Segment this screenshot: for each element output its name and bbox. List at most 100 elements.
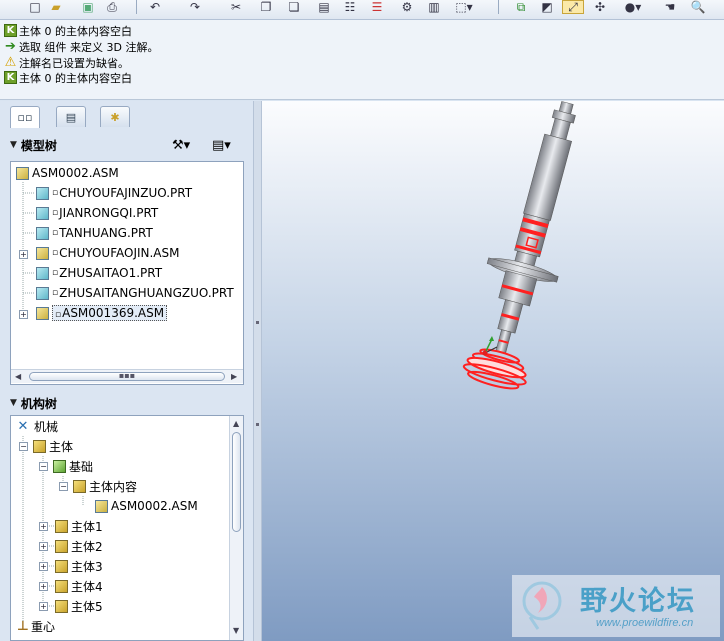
tree-node-label: ZHUSAITANGHUANGZUO.PRT (59, 286, 234, 300)
copy-icon[interactable]: ❐ (258, 0, 274, 14)
find-icon[interactable]: ☰ (368, 0, 386, 14)
tree-show-icon[interactable]: ▤▾ (212, 138, 231, 153)
graphics-viewport[interactable] (262, 101, 724, 641)
mechanism-icon: ✕ (17, 418, 29, 434)
message-line: K 主体 0 的主体内容空白 (4, 23, 132, 38)
tree-node[interactable]: 主体内容 (73, 477, 137, 495)
tree-node[interactable]: 主体4 (55, 577, 103, 595)
sketch-view-icon[interactable]: ◩ (538, 0, 556, 14)
collapse-icon[interactable]: − (59, 482, 68, 491)
main-toolbar: □ ▰ ▣ ⎙ ↶ ↷ ✂ ❐ ❏ ▤ ☷ ☰ ⚙ ▥ ⬚▾ ⧉ ◩ ⤢ ✣ ●… (0, 0, 724, 20)
expand-icon[interactable]: + (19, 310, 28, 319)
tree-node-label: 主体3 (71, 559, 103, 574)
tree-node[interactable]: 主体3 (55, 557, 103, 575)
tree-node[interactable]: ▫ JIANRONGQI.PRT (36, 204, 158, 222)
nav-icon: K (4, 24, 17, 37)
window-icon[interactable]: ▥ (426, 0, 442, 14)
cut-icon[interactable]: ✂ (228, 0, 244, 14)
assembly-icon (36, 306, 49, 320)
body-icon (55, 559, 68, 573)
open-folder-icon[interactable]: ▰ (48, 0, 64, 14)
tree-node[interactable]: ▫ ZHUSAITANGHUANGZUO.PRT (36, 284, 234, 302)
part-icon (36, 226, 49, 240)
tree-settings-icon[interactable]: ⚒▾ (172, 138, 190, 153)
expand-icon[interactable]: + (39, 522, 48, 531)
navigator-tabs: ▫▫ ▤ ✱ (0, 101, 253, 128)
tree-node[interactable]: ▫ ZHUSAITAO1.PRT (36, 264, 162, 282)
tree-node-label: CHUYOUFAJINZUO.PRT (59, 186, 193, 200)
collapse-icon[interactable]: − (19, 442, 28, 451)
mech-tree-title: 机构树 (20, 396, 57, 411)
selection-box-icon[interactable]: ⬚▾ (452, 0, 476, 14)
part-icon (36, 206, 49, 220)
tree-node[interactable]: ▫ CHUYOUFAJINZUO.PRT (36, 184, 192, 202)
tree-node-label: 主体2 (71, 539, 103, 554)
appearance-icon[interactable]: ●▾ (620, 0, 646, 14)
new-file-icon[interactable]: □ (28, 0, 42, 14)
folder-browser-tab-icon[interactable]: ▤ (56, 106, 86, 127)
collapse-triangle-icon[interactable]: ▼ (10, 398, 17, 408)
spin-center-icon[interactable]: ✣ (592, 0, 608, 14)
assembly-icon (36, 246, 49, 260)
panel-splitter[interactable] (253, 101, 262, 641)
paste-special-icon[interactable]: ▤ (316, 0, 332, 14)
save-icon[interactable]: ▣ (80, 0, 96, 14)
print-icon[interactable]: ⎙ (104, 0, 120, 14)
pan-hand-icon[interactable]: ☚ (662, 0, 678, 14)
forum-watermark: 野火论坛 www.proewildfire.cn (512, 575, 720, 637)
green-arrow-icon: ➔ (5, 39, 16, 54)
watermark-title: 野火论坛 (580, 586, 696, 617)
redo-icon[interactable]: ↷ (186, 0, 204, 14)
orient-icon[interactable]: ⧉ (512, 0, 530, 14)
model-tree-hscroll[interactable]: ◀ ▪▪▪ ▶ (11, 369, 243, 383)
tree-node[interactable]: 主体5 (55, 597, 103, 615)
splitter-grip (256, 423, 259, 426)
body-icon (55, 579, 68, 593)
part-icon (36, 286, 49, 300)
tree-node[interactable]: 主体2 (55, 537, 103, 555)
expand-icon[interactable]: + (39, 582, 48, 591)
tree-node[interactable]: ▫ TANHUANG.PRT (36, 224, 153, 242)
favorites-tab-icon[interactable]: ✱ (100, 106, 130, 127)
tree-node[interactable]: 主体 (33, 437, 73, 455)
center-of-gravity-icon: ⊥ (17, 618, 29, 634)
paste-icon[interactable]: ❏ (286, 0, 302, 14)
bodies-icon (33, 439, 46, 453)
undo-icon[interactable]: ↶ (146, 0, 164, 14)
tree-node-label: ZHUSAITAO1.PRT (59, 266, 163, 280)
mech-tree-header[interactable]: ▼ 机构树 (0, 393, 253, 413)
tree-node-label: JIANRONGQI.PRT (59, 206, 159, 220)
part-icon (36, 266, 49, 280)
part-icon (36, 186, 49, 200)
model-tree-header[interactable]: ▼ 模型树 ⚒▾ ▤▾ (0, 135, 253, 155)
tree-node[interactable]: ✕ 机械 (15, 417, 58, 435)
message-text: 注解名已设置为缺省。 (19, 56, 129, 70)
tree-node[interactable]: 主体1 (55, 517, 103, 535)
model-tree-tab-icon[interactable]: ▫▫ (10, 106, 40, 128)
select-icon[interactable]: ⚙ (398, 0, 416, 14)
tree-node[interactable]: ⊥ 重心 (15, 617, 55, 635)
message-area: K 主体 0 的主体内容空白 ➔ 选取 组件 来定义 3D 注解。 ⚠ 注解名已… (0, 20, 724, 100)
tree-node[interactable]: ▫ CHUYOUFAOJIN.ASM (36, 244, 180, 262)
collapse-icon[interactable]: − (39, 462, 48, 471)
expand-icon[interactable]: + (19, 250, 28, 259)
watermark-url: www.proewildfire.cn (596, 617, 694, 629)
collapse-triangle-icon[interactable]: ▼ (10, 140, 17, 150)
tree-node-label: ASM0002.ASM (111, 499, 198, 513)
message-text: 主体 0 的主体内容空白 (19, 71, 132, 85)
expand-icon[interactable]: + (39, 602, 48, 611)
drag-components-icon[interactable]: ⤢ (562, 0, 584, 14)
ground-body-icon (53, 459, 66, 473)
tree-node-label: ASM001369.ASM (62, 306, 165, 320)
tree-node-selected[interactable]: ▫ASM001369.ASM (36, 304, 168, 322)
message-line: K 主体 0 的主体内容空白 (4, 70, 132, 85)
expand-icon[interactable]: + (39, 562, 48, 571)
tree-node-label: TANHUANG.PRT (59, 226, 153, 240)
expand-icon[interactable]: + (39, 542, 48, 551)
tree-node[interactable]: 基础 (53, 457, 93, 475)
tree-node[interactable]: ASM0002.ASM (95, 497, 198, 515)
message-text: 主体 0 的主体内容空白 (19, 24, 132, 38)
mech-tree-vscroll[interactable]: ▲ ▼ (229, 416, 243, 640)
regenerate-icon[interactable]: ☷ (342, 0, 358, 14)
zoom-icon[interactable]: 🔍 (688, 0, 708, 14)
